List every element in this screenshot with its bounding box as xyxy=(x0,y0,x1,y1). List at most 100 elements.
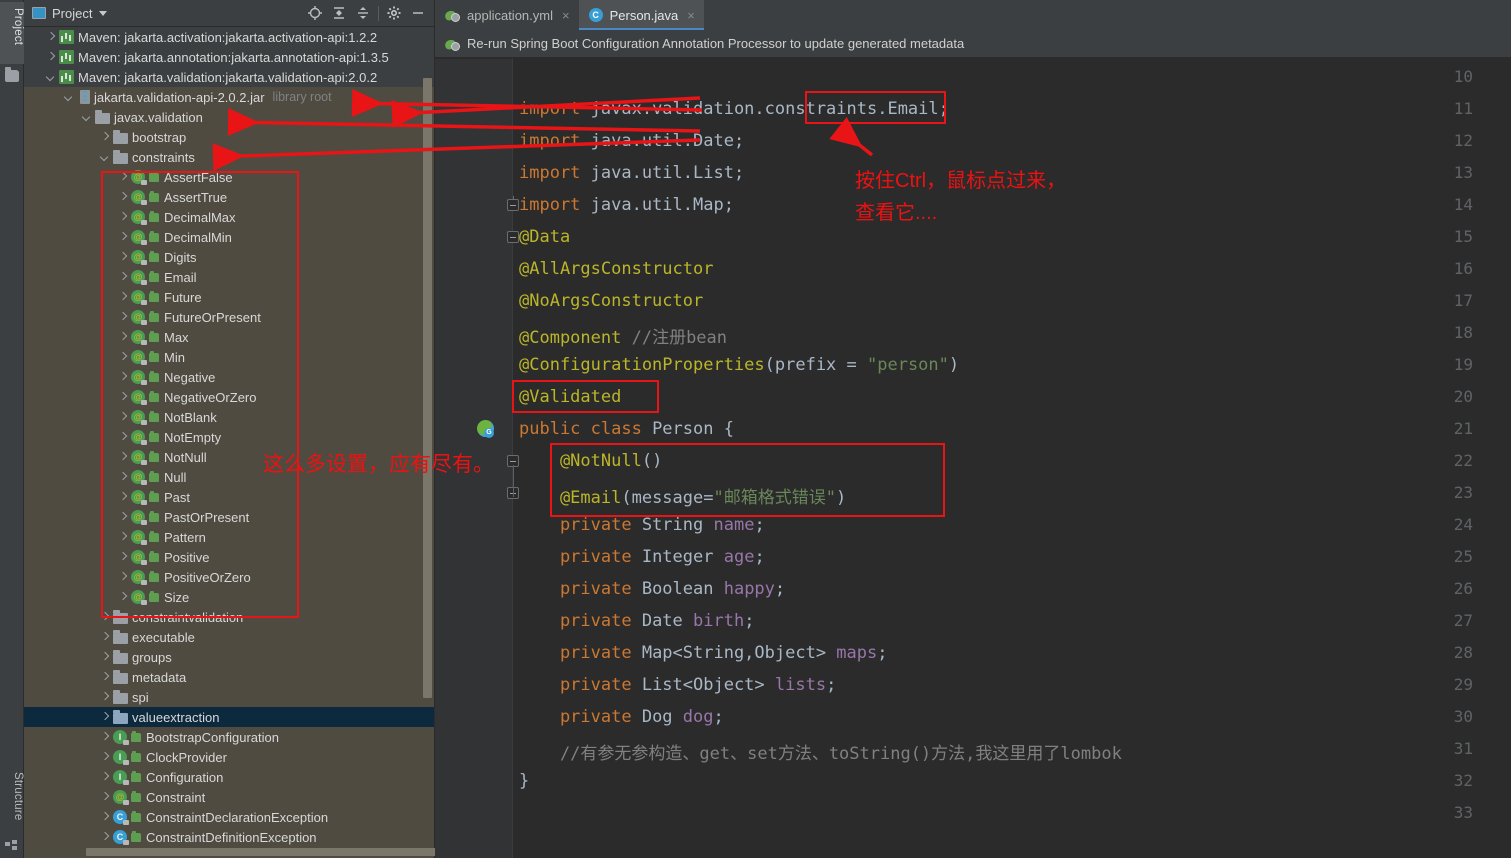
tree-expand-toggle-icon[interactable] xyxy=(44,51,57,64)
tree-node[interactable]: @ Negative xyxy=(24,367,434,387)
tree-expand-toggle-icon[interactable] xyxy=(116,551,129,564)
tree-expand-toggle-icon[interactable] xyxy=(116,531,129,544)
tree-node[interactable]: @ NotBlank xyxy=(24,407,434,427)
tree-node[interactable]: @ Pattern xyxy=(24,527,434,547)
code-line[interactable]: //有参无参构造、get、set方法、toString()方法,我这里用了lom… xyxy=(519,739,1122,764)
close-icon[interactable]: × xyxy=(687,9,695,22)
code-line[interactable]: private Date birth; xyxy=(519,611,755,631)
code-line[interactable]: @AllArgsConstructor xyxy=(519,259,713,279)
code-line[interactable]: public class Person { xyxy=(519,419,734,439)
tree-node[interactable]: @ NegativeOrZero xyxy=(24,387,434,407)
spring-bean-gutter-icon[interactable] xyxy=(477,420,494,438)
close-icon[interactable]: × xyxy=(562,9,570,22)
tree-node[interactable]: @ Positive xyxy=(24,547,434,567)
tree-node[interactable]: @ Min xyxy=(24,347,434,367)
tree-node[interactable]: @ PastOrPresent xyxy=(24,507,434,527)
code-line[interactable]: @NoArgsConstructor xyxy=(519,291,703,311)
code-line[interactable]: private Integer age; xyxy=(519,547,765,567)
tree-node[interactable]: groups xyxy=(24,647,434,667)
tree-expand-toggle-icon[interactable] xyxy=(116,351,129,364)
tree-node[interactable]: @ Past xyxy=(24,487,434,507)
editor-tab[interactable]: application.yml × xyxy=(435,0,579,30)
collapse-all-icon[interactable] xyxy=(351,2,375,24)
expand-all-icon[interactable] xyxy=(327,2,351,24)
code-line[interactable]: @Validated xyxy=(519,387,621,407)
tree-node[interactable]: @ AssertTrue xyxy=(24,187,434,207)
tree-node[interactable]: @ PositiveOrZero xyxy=(24,567,434,587)
hide-panel-icon[interactable] xyxy=(406,2,430,24)
editor-notification-bar[interactable]: Re-run Spring Boot Configuration Annotat… xyxy=(435,30,1511,58)
tree-expand-toggle-icon[interactable] xyxy=(44,71,57,84)
tree-expand-toggle-icon[interactable] xyxy=(98,691,111,704)
tree-node[interactable]: @ AssertFalse xyxy=(24,167,434,187)
tree-expand-toggle-icon[interactable] xyxy=(98,811,111,824)
tree-node[interactable]: @ Null xyxy=(24,467,434,487)
tree-expand-toggle-icon[interactable] xyxy=(116,251,129,264)
tree-expand-toggle-icon[interactable] xyxy=(98,131,111,144)
tree-expand-toggle-icon[interactable] xyxy=(116,231,129,244)
code-fold-toggle[interactable] xyxy=(507,196,519,211)
tree-expand-toggle-icon[interactable] xyxy=(116,491,129,504)
tree-node[interactable]: metadata xyxy=(24,667,434,687)
tree-expand-toggle-icon[interactable] xyxy=(98,831,111,844)
code-line[interactable]: import java.util.Map; xyxy=(519,195,734,215)
tree-expand-toggle-icon[interactable] xyxy=(116,331,129,344)
tree-node[interactable]: constraints xyxy=(24,147,434,167)
tree-expand-toggle-icon[interactable] xyxy=(116,591,129,604)
select-opened-file-icon[interactable] xyxy=(303,2,327,24)
tree-node[interactable]: Maven: jakarta.activation:jakarta.activa… xyxy=(24,27,434,47)
code-line[interactable]: import java.util.List; xyxy=(519,163,744,183)
tree-expand-toggle-icon[interactable] xyxy=(98,751,111,764)
tree-expand-toggle-icon[interactable] xyxy=(116,291,129,304)
tree-node[interactable]: C ConstraintDefinitionException xyxy=(24,827,434,847)
code-line[interactable]: @Component //注册bean xyxy=(519,323,727,348)
tree-node[interactable]: I Configuration xyxy=(24,767,434,787)
tree-expand-toggle-icon[interactable] xyxy=(98,791,111,804)
tree-node[interactable]: @ Email xyxy=(24,267,434,287)
tree-expand-toggle-icon[interactable] xyxy=(116,471,129,484)
code-line[interactable]: import javax.validation.constraints.Emai… xyxy=(519,99,949,119)
tree-node[interactable]: jakarta.validation-api-2.0.2.jar library … xyxy=(24,87,434,107)
tree-node[interactable]: @ Constraint xyxy=(24,787,434,807)
tree-node[interactable]: spi xyxy=(24,687,434,707)
tree-expand-toggle-icon[interactable] xyxy=(98,731,111,744)
tree-node[interactable]: Maven: jakarta.annotation:jakarta.annota… xyxy=(24,47,434,67)
tree-node[interactable]: javax.validation xyxy=(24,107,434,127)
tree-node[interactable]: @ Size xyxy=(24,587,434,607)
code-line[interactable]: private Boolean happy; xyxy=(519,579,785,599)
editor-tab[interactable]: C Person.java × xyxy=(578,0,705,30)
tree-node[interactable]: @ Future xyxy=(24,287,434,307)
tree-expand-toggle-icon[interactable] xyxy=(98,771,111,784)
tree-expand-toggle-icon[interactable] xyxy=(98,151,111,164)
tree-expand-toggle-icon[interactable] xyxy=(116,391,129,404)
code-line[interactable]: private Map<String,Object> maps; xyxy=(519,643,888,663)
tree-node[interactable]: @ NotNull xyxy=(24,447,434,467)
tree-node[interactable]: bootstrap xyxy=(24,127,434,147)
code-line[interactable]: @Email(message="邮箱格式错误") xyxy=(519,483,846,508)
project-vertical-scrollbar[interactable] xyxy=(423,78,432,698)
tree-expand-toggle-icon[interactable] xyxy=(116,171,129,184)
tree-expand-toggle-icon[interactable] xyxy=(116,411,129,424)
tree-expand-toggle-icon[interactable] xyxy=(116,371,129,384)
tree-node[interactable]: valueextraction xyxy=(24,707,434,727)
tree-node[interactable]: I BootstrapConfiguration xyxy=(24,727,434,747)
code-line[interactable]: private Dog dog; xyxy=(519,707,724,727)
tree-expand-toggle-icon[interactable] xyxy=(116,311,129,324)
tree-expand-toggle-icon[interactable] xyxy=(116,211,129,224)
rail-tab-project[interactable]: Project xyxy=(0,2,24,64)
code-viewport[interactable]: 10 11 12 13 14 15 16 17 18 19 20 21 22 23 24 25 26 27 28 29… xyxy=(435,59,1511,858)
tree-expand-toggle-icon[interactable] xyxy=(98,631,111,644)
chevron-down-icon[interactable] xyxy=(99,10,108,16)
tree-expand-toggle-icon[interactable] xyxy=(44,31,57,44)
tree-expand-toggle-icon[interactable] xyxy=(98,611,111,624)
tree-node[interactable]: @ DecimalMin xyxy=(24,227,434,247)
tree-node[interactable]: C ConstraintDeclarationException xyxy=(24,807,434,827)
tree-node[interactable]: Maven: jakarta.validation:jakarta.valida… xyxy=(24,67,434,87)
code-fold-toggle[interactable] xyxy=(507,231,519,243)
settings-gear-icon[interactable] xyxy=(382,2,406,24)
tree-node[interactable]: @ FutureOrPresent xyxy=(24,307,434,327)
editor-gutter[interactable] xyxy=(435,59,513,858)
code-line[interactable]: import java.util.Date; xyxy=(519,131,744,151)
tree-expand-toggle-icon[interactable] xyxy=(98,651,111,664)
tree-node[interactable]: @ NotEmpty xyxy=(24,427,434,447)
